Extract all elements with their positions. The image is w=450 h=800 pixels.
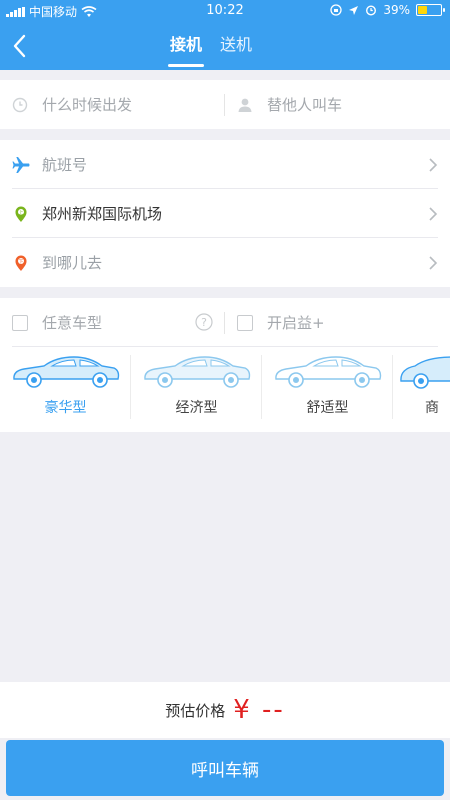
chevron-right-icon	[429, 206, 438, 221]
airplane-icon	[12, 156, 30, 173]
car-type-economy[interactable]: 经济型	[131, 347, 262, 431]
tab-pickup[interactable]: 接机	[167, 31, 205, 67]
car-options-card: 任意车型 ? 开启益+ 豪华型 经济型 舒适型 商	[0, 298, 450, 432]
car-type-comfort[interactable]: 舒适型	[262, 347, 393, 431]
end-pin-icon: 下	[15, 255, 27, 271]
car-icon	[12, 356, 119, 388]
car-type-label: 豪华型	[44, 400, 87, 416]
clock-icon	[12, 97, 28, 112]
destination-placeholder: 到哪儿去	[42, 254, 103, 272]
estimated-price-value: ¥ --	[233, 695, 285, 725]
svg-text:下: 下	[19, 258, 24, 264]
chevron-right-icon	[429, 157, 438, 172]
car-icon	[143, 356, 250, 388]
svg-text:上: 上	[19, 208, 24, 215]
yixiang-checkbox[interactable]	[237, 314, 253, 331]
car-type-luxury[interactable]: 豪华型	[0, 347, 131, 431]
status-bar: 中国移动 10:22 39%	[0, 0, 450, 22]
any-car-type-option[interactable]: 任意车型 ?	[0, 298, 225, 347]
destination-row[interactable]: 下 到哪儿去	[0, 238, 450, 287]
call-for-others-field[interactable]: 替他人叫车	[225, 80, 450, 129]
help-icon[interactable]: ?	[195, 313, 213, 331]
top-bar: 中国移动 10:22 39% 接机 送机	[0, 0, 450, 70]
any-car-type-checkbox[interactable]	[12, 314, 28, 331]
car-type-label: 商	[425, 400, 439, 416]
battery-percent: 39%	[383, 3, 410, 17]
status-right: 39%	[330, 3, 445, 17]
battery-icon	[416, 4, 445, 16]
car-type-list: 豪华型 经济型 舒适型 商	[0, 347, 450, 431]
location-icon	[349, 5, 359, 15]
chevron-right-icon	[429, 255, 438, 270]
pickup-dropoff-tabs: 接机 送机	[167, 31, 252, 67]
car-type-label: 舒适型	[306, 400, 349, 416]
pickup-location-value: 郑州新郑国际机场	[42, 205, 163, 223]
flight-number-placeholder: 航班号	[42, 156, 88, 174]
yixiang-option[interactable]: 开启益+	[225, 298, 450, 347]
start-pin-icon: 上	[15, 206, 27, 222]
flight-number-row[interactable]: 航班号	[0, 140, 450, 189]
time-card: 什么时候出发 替他人叫车	[0, 80, 450, 129]
tab-dropoff[interactable]: 送机	[220, 31, 252, 63]
departure-time-placeholder: 什么时候出发	[42, 96, 133, 114]
yixiang-label: 开启益+	[267, 314, 325, 332]
back-arrow-icon[interactable]	[10, 32, 30, 60]
pickup-location-row[interactable]: 上 郑州新郑国际机场	[0, 189, 450, 238]
car-type-business[interactable]: 商	[393, 347, 450, 431]
svg-text:?: ?	[201, 316, 207, 329]
any-car-type-label: 任意车型	[42, 314, 103, 332]
car-icon	[274, 356, 381, 388]
rotation-lock-icon	[330, 4, 342, 16]
call-for-others-placeholder: 替他人叫车	[267, 96, 343, 114]
route-card: 航班号 上 郑州新郑国际机场 下 到哪儿去	[0, 140, 450, 287]
call-car-button[interactable]: 呼叫车辆	[6, 740, 444, 796]
person-icon	[238, 98, 252, 112]
car-type-label: 经济型	[175, 400, 218, 416]
estimated-price-label: 预估价格	[165, 701, 226, 720]
departure-time-field[interactable]: 什么时候出发	[0, 80, 225, 129]
estimated-price-bar: 预估价格 ¥ --	[0, 682, 450, 738]
alarm-icon	[366, 5, 377, 16]
car-icon	[400, 356, 450, 389]
